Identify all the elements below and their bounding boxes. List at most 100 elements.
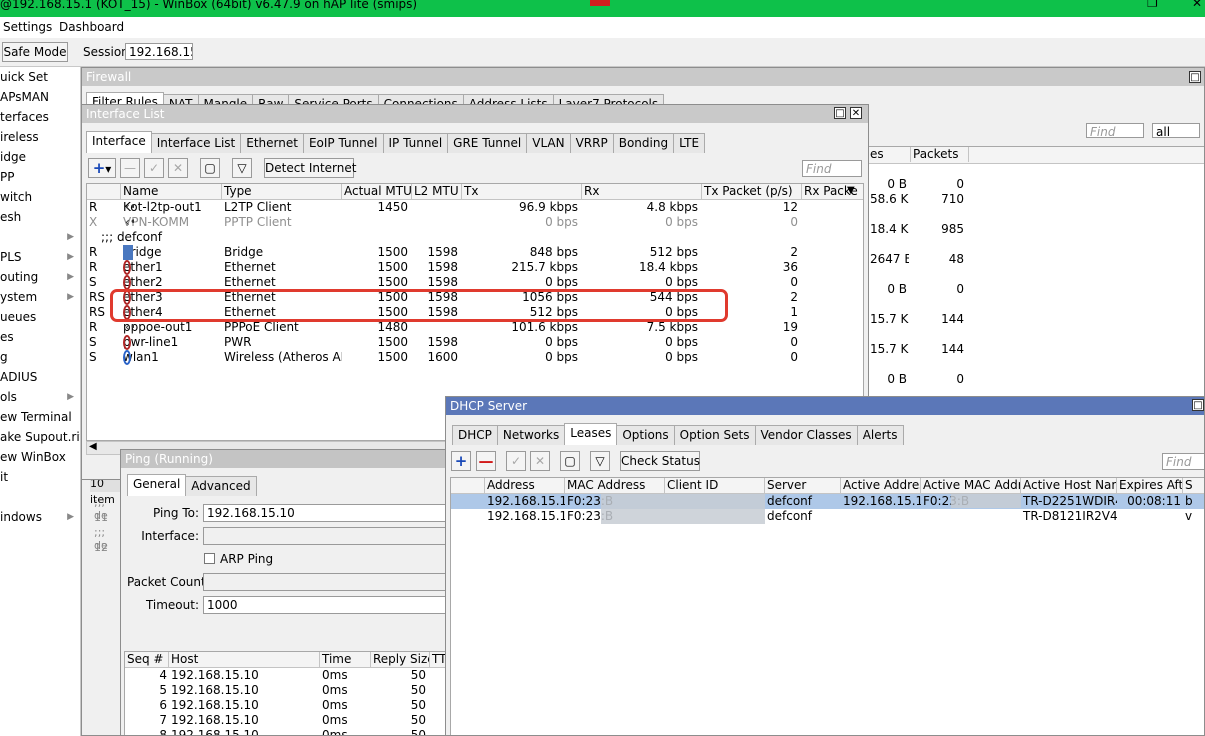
sidebar-item[interactable]: ystem ▶ [0, 287, 80, 307]
interface-tab[interactable]: Interface [86, 131, 152, 153]
interface-tab[interactable]: Interface List [150, 133, 242, 153]
sidebar-item[interactable]: PLS ▶ [0, 247, 80, 267]
interface-row[interactable]: Spwr-line1 PWR 1500 1598 0 bps 0 bps 0 [87, 335, 863, 350]
menu-dashboard[interactable]: Dashboard [59, 20, 124, 34]
disable-icon[interactable]: ✕ [168, 158, 188, 178]
interface-row[interactable]: Swlan1Wireless (Atheros AR9... 1500 1600 0 … [87, 350, 863, 365]
sidebar-item[interactable]: witch [0, 187, 80, 207]
lease-filter-icon[interactable]: ▽ [590, 451, 610, 471]
sidebar-item[interactable]: esh [0, 207, 80, 227]
dhcp-col-active-mac[interactable]: Active MAC Addre... [921, 478, 1021, 493]
dhcp-col-status[interactable]: S [1183, 478, 1204, 493]
firewall-filter-select[interactable]: all [1152, 123, 1200, 138]
sidebar-item[interactable]: PP [0, 167, 80, 187]
sidebar-item[interactable]: ew WinBox [0, 447, 80, 467]
firewall-maximize-icon[interactable]: □ [1189, 71, 1201, 83]
add-lease-icon[interactable]: + [451, 451, 471, 471]
ping-result-row[interactable]: 7 192.168.15.10 0ms 50 [125, 713, 449, 728]
dhcp-col-active-host[interactable]: Active Host Name [1021, 478, 1117, 493]
dhcp-col-flag[interactable] [451, 478, 485, 493]
firewall-row[interactable]: 2647 B 48 [868, 252, 1204, 267]
session-input[interactable]: 192.168.15.1 [125, 43, 193, 60]
dhcp-tab[interactable]: Alerts [856, 425, 904, 445]
comment-icon[interactable]: ▢ [200, 158, 220, 178]
interface-tab[interactable]: EoIP Tunnel [302, 133, 384, 153]
interface-tab[interactable]: Ethernet [240, 133, 304, 153]
interface-row[interactable]: R ‹•›pppoe-out1PPPoE Client 1480 101.6 kbps… [87, 320, 863, 335]
ping-result-row[interactable]: 4 192.168.15.10 0ms 50 [125, 668, 449, 683]
interface-col-flag[interactable] [87, 184, 121, 199]
ping-result-row[interactable]: 8 192.168.15.10 0ms 50 [125, 728, 449, 735]
sidebar-item[interactable]: indows ▶ [0, 507, 80, 527]
arp-ping-checkbox[interactable] [204, 553, 215, 564]
interface-row[interactable]: X ‹•›VPN-KOMMPPTP Client 0 bps 0 bps 0 [87, 215, 863, 230]
sidebar-item[interactable]: ols ▶ [0, 387, 80, 407]
scroll-left-arrow-icon[interactable]: ◀ [89, 441, 97, 452]
add-interface-button[interactable]: +▾ [88, 158, 116, 178]
menu-settings[interactable]: Settings [3, 20, 52, 34]
sidebar-item[interactable]: g [0, 347, 80, 367]
interface-row[interactable]: Sether2 Ethernet 1500 1598 0 bps 0 bps 0 [87, 275, 863, 290]
dhcp-tab[interactable]: DHCP [452, 425, 498, 445]
dhcp-col-client-id[interactable]: Client ID [665, 478, 765, 493]
enable-icon[interactable]: ✓ [144, 158, 164, 178]
ping-tab[interactable]: General [127, 474, 187, 496]
dhcp-tab[interactable]: Vendor Classes [754, 425, 858, 445]
interface-col-l2-mtu[interactable]: L2 MTU [412, 184, 462, 199]
sidebar-item[interactable]: terfaces [0, 107, 80, 127]
firewall-row[interactable]: 0 B 0 [868, 177, 1204, 192]
sidebar-item[interactable]: it [0, 467, 80, 487]
detect-internet-button[interactable]: Detect Internet [264, 158, 356, 178]
sidebar-item[interactable]: ▶ [0, 227, 80, 247]
remove-lease-icon[interactable]: — [476, 451, 496, 471]
ping-tab[interactable]: Advanced [185, 476, 257, 496]
ping-col-host[interactable]: Host [169, 652, 320, 667]
interface-list-close-icon[interactable]: ✕ [850, 107, 862, 119]
check-status-button[interactable]: Check Status [620, 451, 700, 471]
ping-result-row[interactable]: 6 192.168.15.10 0ms 50 [125, 698, 449, 713]
restore-window-icon[interactable]: ❐ [1147, 0, 1158, 11]
firewall-row[interactable]: 18.4 KiB 985 [868, 222, 1204, 237]
firewall-row[interactable]: 15.7 KiB 144 [868, 342, 1204, 357]
dhcp-col-server[interactable]: Server [765, 478, 841, 493]
interface-col-tx-packet[interactable]: Tx Packet (p/s) [702, 184, 802, 199]
column-menu-chevron-down-icon[interactable]: ▼ [847, 185, 855, 196]
sidebar-item[interactable]: APsMAN [0, 87, 80, 107]
firewall-row[interactable]: 58.6 KiB 710 [868, 192, 1204, 207]
interface-find-input[interactable]: Find [802, 160, 862, 177]
dhcp-tab[interactable]: Option Sets [673, 425, 756, 445]
ping-col-seq[interactable]: Seq # [125, 652, 169, 667]
sidebar-item[interactable]: outing ▶ [0, 267, 80, 287]
close-window-icon[interactable]: ✕ [1192, 0, 1202, 11]
dhcp-tab[interactable]: Options [616, 425, 675, 445]
remove-icon[interactable]: — [120, 158, 140, 178]
sidebar-item[interactable]: idge [0, 147, 80, 167]
firewall-row[interactable]: 0 B 0 [868, 282, 1204, 297]
interface-tab[interactable]: VRRP [569, 133, 614, 153]
interface-row[interactable]: Rether1 Ethernet 1500 1598 215.7 kbps 18.4 kb… [87, 260, 863, 275]
disable-lease-icon[interactable]: ✕ [530, 451, 550, 471]
interface-col-rx[interactable]: Rx [582, 184, 702, 199]
safe-mode-button[interactable]: Safe Mode [2, 42, 68, 62]
sidebar-item[interactable]: uick Set [0, 67, 80, 87]
enable-lease-icon[interactable]: ✓ [506, 451, 526, 471]
interface-col-tx[interactable]: Tx [462, 184, 582, 199]
firewall-row[interactable]: 15.7 KiB 144 [868, 312, 1204, 327]
interface-row[interactable]: Rbridge Bridge 1500 1598 848 bps 512 bps 2 [87, 245, 863, 260]
dhcp-lease-row[interactable]: 192.168.15.10F0:23:Bdefconf192.168.15.10… [451, 494, 1204, 509]
dhcp-maximize-icon[interactable]: □ [1192, 399, 1204, 411]
firewall-row[interactable]: 0 B 0 [868, 372, 1204, 387]
interface-col-type[interactable]: Type [222, 184, 342, 199]
sidebar-item[interactable]: ake Supout.rif [0, 427, 80, 447]
interface-list-maximize-icon[interactable]: □ [834, 107, 846, 119]
interface-tab[interactable]: Bonding [612, 133, 675, 153]
ping-to-input[interactable]: 192.168.15.10 [203, 504, 449, 522]
dhcp-tab[interactable]: Networks [496, 425, 566, 445]
packet-count-input[interactable] [203, 573, 449, 591]
dhcp-tab[interactable]: Leases [564, 423, 618, 445]
interface-col-name[interactable]: Name [121, 184, 222, 199]
ping-result-row[interactable]: 5 192.168.15.10 0ms 50 [125, 683, 449, 698]
interface-tab[interactable]: VLAN [526, 133, 571, 153]
ping-col-reply-size[interactable]: Reply Size [371, 652, 430, 667]
firewall-col-bytes[interactable]: es [868, 147, 911, 162]
